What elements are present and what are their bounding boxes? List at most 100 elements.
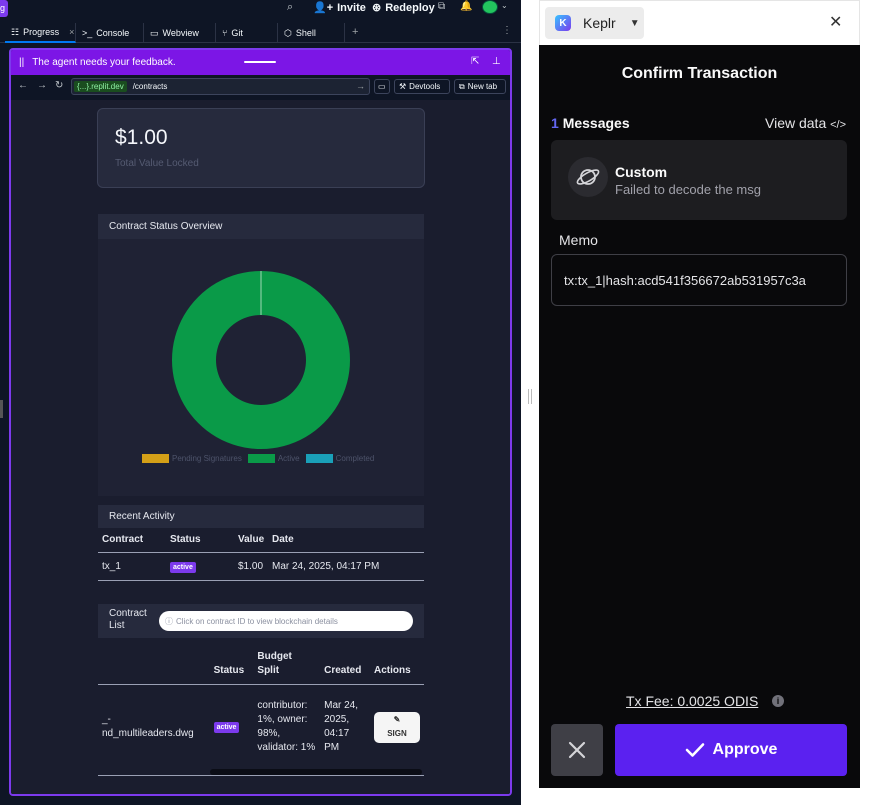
tab-label: Progress	[23, 27, 60, 37]
legend-item[interactable]: Completed	[305, 454, 374, 464]
tvl-amount: $1.00	[115, 126, 168, 149]
redeploy-button[interactable]: ⊛ Redeploy	[372, 0, 435, 15]
shell-icon: ⬡	[284, 27, 292, 38]
tab-label: Git	[231, 28, 243, 38]
status-donut-chart	[171, 271, 350, 449]
caret-down-icon: ▼	[629, 17, 640, 29]
messages-heading: 1 Messages	[551, 115, 630, 131]
tab-git[interactable]: ⑂ Git	[216, 23, 278, 43]
close-icon[interactable]: ✕	[829, 12, 842, 32]
tvl-card: $1.00 Total Value Locked	[97, 108, 425, 188]
close-icon	[568, 741, 586, 759]
drag-handle[interactable]	[244, 61, 276, 63]
pause-icon[interactable]: ||	[19, 57, 24, 68]
budget-split: contributor: 1%, owner: 98%, validator: …	[257, 700, 316, 754]
app-content: $1.00 Total Value Locked Contract Status…	[11, 100, 510, 794]
keplr-popup: K Keplr ▼ ✕ Confirm Transaction 1 Messag…	[539, 0, 860, 805]
approve-button[interactable]: Approve	[615, 724, 847, 776]
chart-legend: Pending Signatures Active Completed	[142, 454, 374, 464]
table-row[interactable]: _- nd_multileaders.dwg active contributo…	[98, 684, 424, 770]
search-icon[interactable]: ⌕	[287, 1, 293, 14]
col-header: Value	[234, 528, 268, 553]
replit-logo-icon[interactable]: g	[0, 0, 8, 17]
recent-title: Recent Activity	[98, 505, 424, 528]
close-icon[interactable]: ×	[69, 27, 74, 37]
replit-topbar: g ⌕ 👤+ Invite ⊛ Redeploy ⧉ 🔔 ⌄	[0, 0, 521, 20]
keplr-body: Confirm Transaction 1 Messages View data…	[539, 45, 860, 788]
keplr-app-selector[interactable]: K Keplr ▼	[545, 7, 644, 39]
feedback-banner: || The agent needs your feedback. ⇱ ⊥	[11, 50, 510, 75]
resize-handle[interactable]	[0, 400, 3, 418]
legend-swatch	[247, 454, 275, 464]
reject-button[interactable]	[551, 724, 603, 776]
status-badge: active	[213, 721, 240, 733]
avatar[interactable]	[482, 0, 498, 14]
tab-console[interactable]: >_ Console	[76, 23, 144, 43]
wrench-icon: ⚒	[399, 82, 407, 91]
device-toggle-button[interactable]: ▭	[374, 79, 390, 94]
memo-label: Memo	[559, 232, 598, 248]
url-input[interactable]: {...}.replit.dev /contracts →	[71, 78, 370, 95]
expand-icon[interactable]: ⇱	[471, 56, 479, 67]
contract-id[interactable]: tx_1	[98, 552, 166, 581]
bell-icon[interactable]: 🔔	[460, 1, 472, 12]
url-host: {...}.replit.dev	[74, 81, 127, 92]
tab-webview[interactable]: ▭ Webview	[144, 23, 216, 43]
view-data-button[interactable]: View data </>	[765, 115, 846, 131]
info-icon: ⓘ	[165, 616, 173, 626]
tab-label: Webview	[162, 28, 199, 38]
message-card: Custom Failed to decode the msg	[551, 140, 847, 220]
tab-label: Shell	[295, 28, 316, 38]
contract-file[interactable]: _- nd_multileaders.dwg	[102, 714, 194, 739]
contract-list-card: Contract List ⓘ Click on contract ID to …	[98, 604, 424, 776]
legend-swatch	[305, 454, 333, 464]
planet-icon	[568, 157, 608, 197]
progress-icon: ☷	[11, 26, 20, 37]
monitor-icon: ▭	[378, 82, 386, 91]
contract-list-header: Contract List ⓘ Click on contract ID to …	[98, 604, 424, 638]
back-icon[interactable]: ←	[18, 80, 28, 91]
sign-button[interactable]: ✎ SIGN	[374, 711, 420, 743]
page-title: Confirm Transaction	[621, 65, 778, 82]
legend-item[interactable]: Active	[247, 454, 300, 464]
invite-button[interactable]: 👤+ Invite	[313, 0, 366, 15]
check-icon	[685, 743, 704, 757]
col-header: Actions	[370, 646, 424, 685]
legend-item[interactable]: Pending Signatures	[142, 454, 242, 464]
tx-fee-link[interactable]: Tx Fee: 0.0025 ODIS	[626, 693, 758, 709]
contract-list-title: Contract List	[109, 608, 147, 631]
new-tab-button[interactable]: ⧉ New tab	[454, 79, 506, 94]
reload-icon[interactable]: ↻	[55, 80, 63, 91]
keplr-logo-icon: K	[555, 15, 571, 31]
contract-list-table: Status Budget Split Created Actions _- n…	[98, 646, 424, 770]
sign-label: SIGN	[387, 729, 407, 739]
info-icon[interactable]: i	[772, 695, 784, 707]
recent-activity-card: Recent Activity Contract Status Value Da…	[98, 505, 424, 587]
git-icon: ⑂	[222, 28, 228, 38]
copy-icon[interactable]: ⧉	[438, 1, 445, 12]
memo-field[interactable]: tx:tx_1|hash:acd541f356672ab531957c3a	[551, 254, 847, 306]
deploy-icon: ⊛	[372, 2, 382, 14]
devtools-label: Devtools	[409, 82, 441, 91]
resize-grip-icon[interactable]	[528, 389, 532, 404]
go-arrow-icon[interactable]: →	[356, 81, 365, 91]
window-divider	[521, 0, 539, 805]
tab-label: Console	[96, 28, 130, 38]
external-link-icon: ⧉	[459, 81, 465, 91]
keplr-header: K Keplr ▼ ✕	[539, 0, 860, 45]
forward-icon[interactable]: →	[37, 80, 47, 91]
chevron-down-icon[interactable]: ⌄	[501, 1, 508, 10]
tab-shell[interactable]: ⬡ Shell	[278, 23, 345, 43]
add-tab-icon[interactable]: +	[352, 26, 358, 38]
tab-progress[interactable]: ☷ Progress ×	[5, 23, 76, 43]
keplr-app-name: Keplr	[583, 15, 616, 31]
more-icon[interactable]: ⋮	[502, 25, 512, 36]
url-path: /contracts	[132, 82, 168, 91]
devtools-button[interactable]: ⚒ Devtools	[394, 79, 450, 94]
created-date: Mar 24, 2025, 04:17 PM	[324, 700, 359, 754]
add-user-icon: 👤+	[313, 2, 334, 14]
col-header: Date	[268, 528, 424, 553]
table-row[interactable]: tx_1 active $1.00 Mar 24, 2025, 04:17 PM	[98, 552, 424, 581]
replit-workspace: g ⌕ 👤+ Invite ⊛ Redeploy ⧉ 🔔 ⌄ ☷ Progres…	[0, 0, 521, 805]
pin-icon[interactable]: ⊥	[492, 56, 501, 67]
